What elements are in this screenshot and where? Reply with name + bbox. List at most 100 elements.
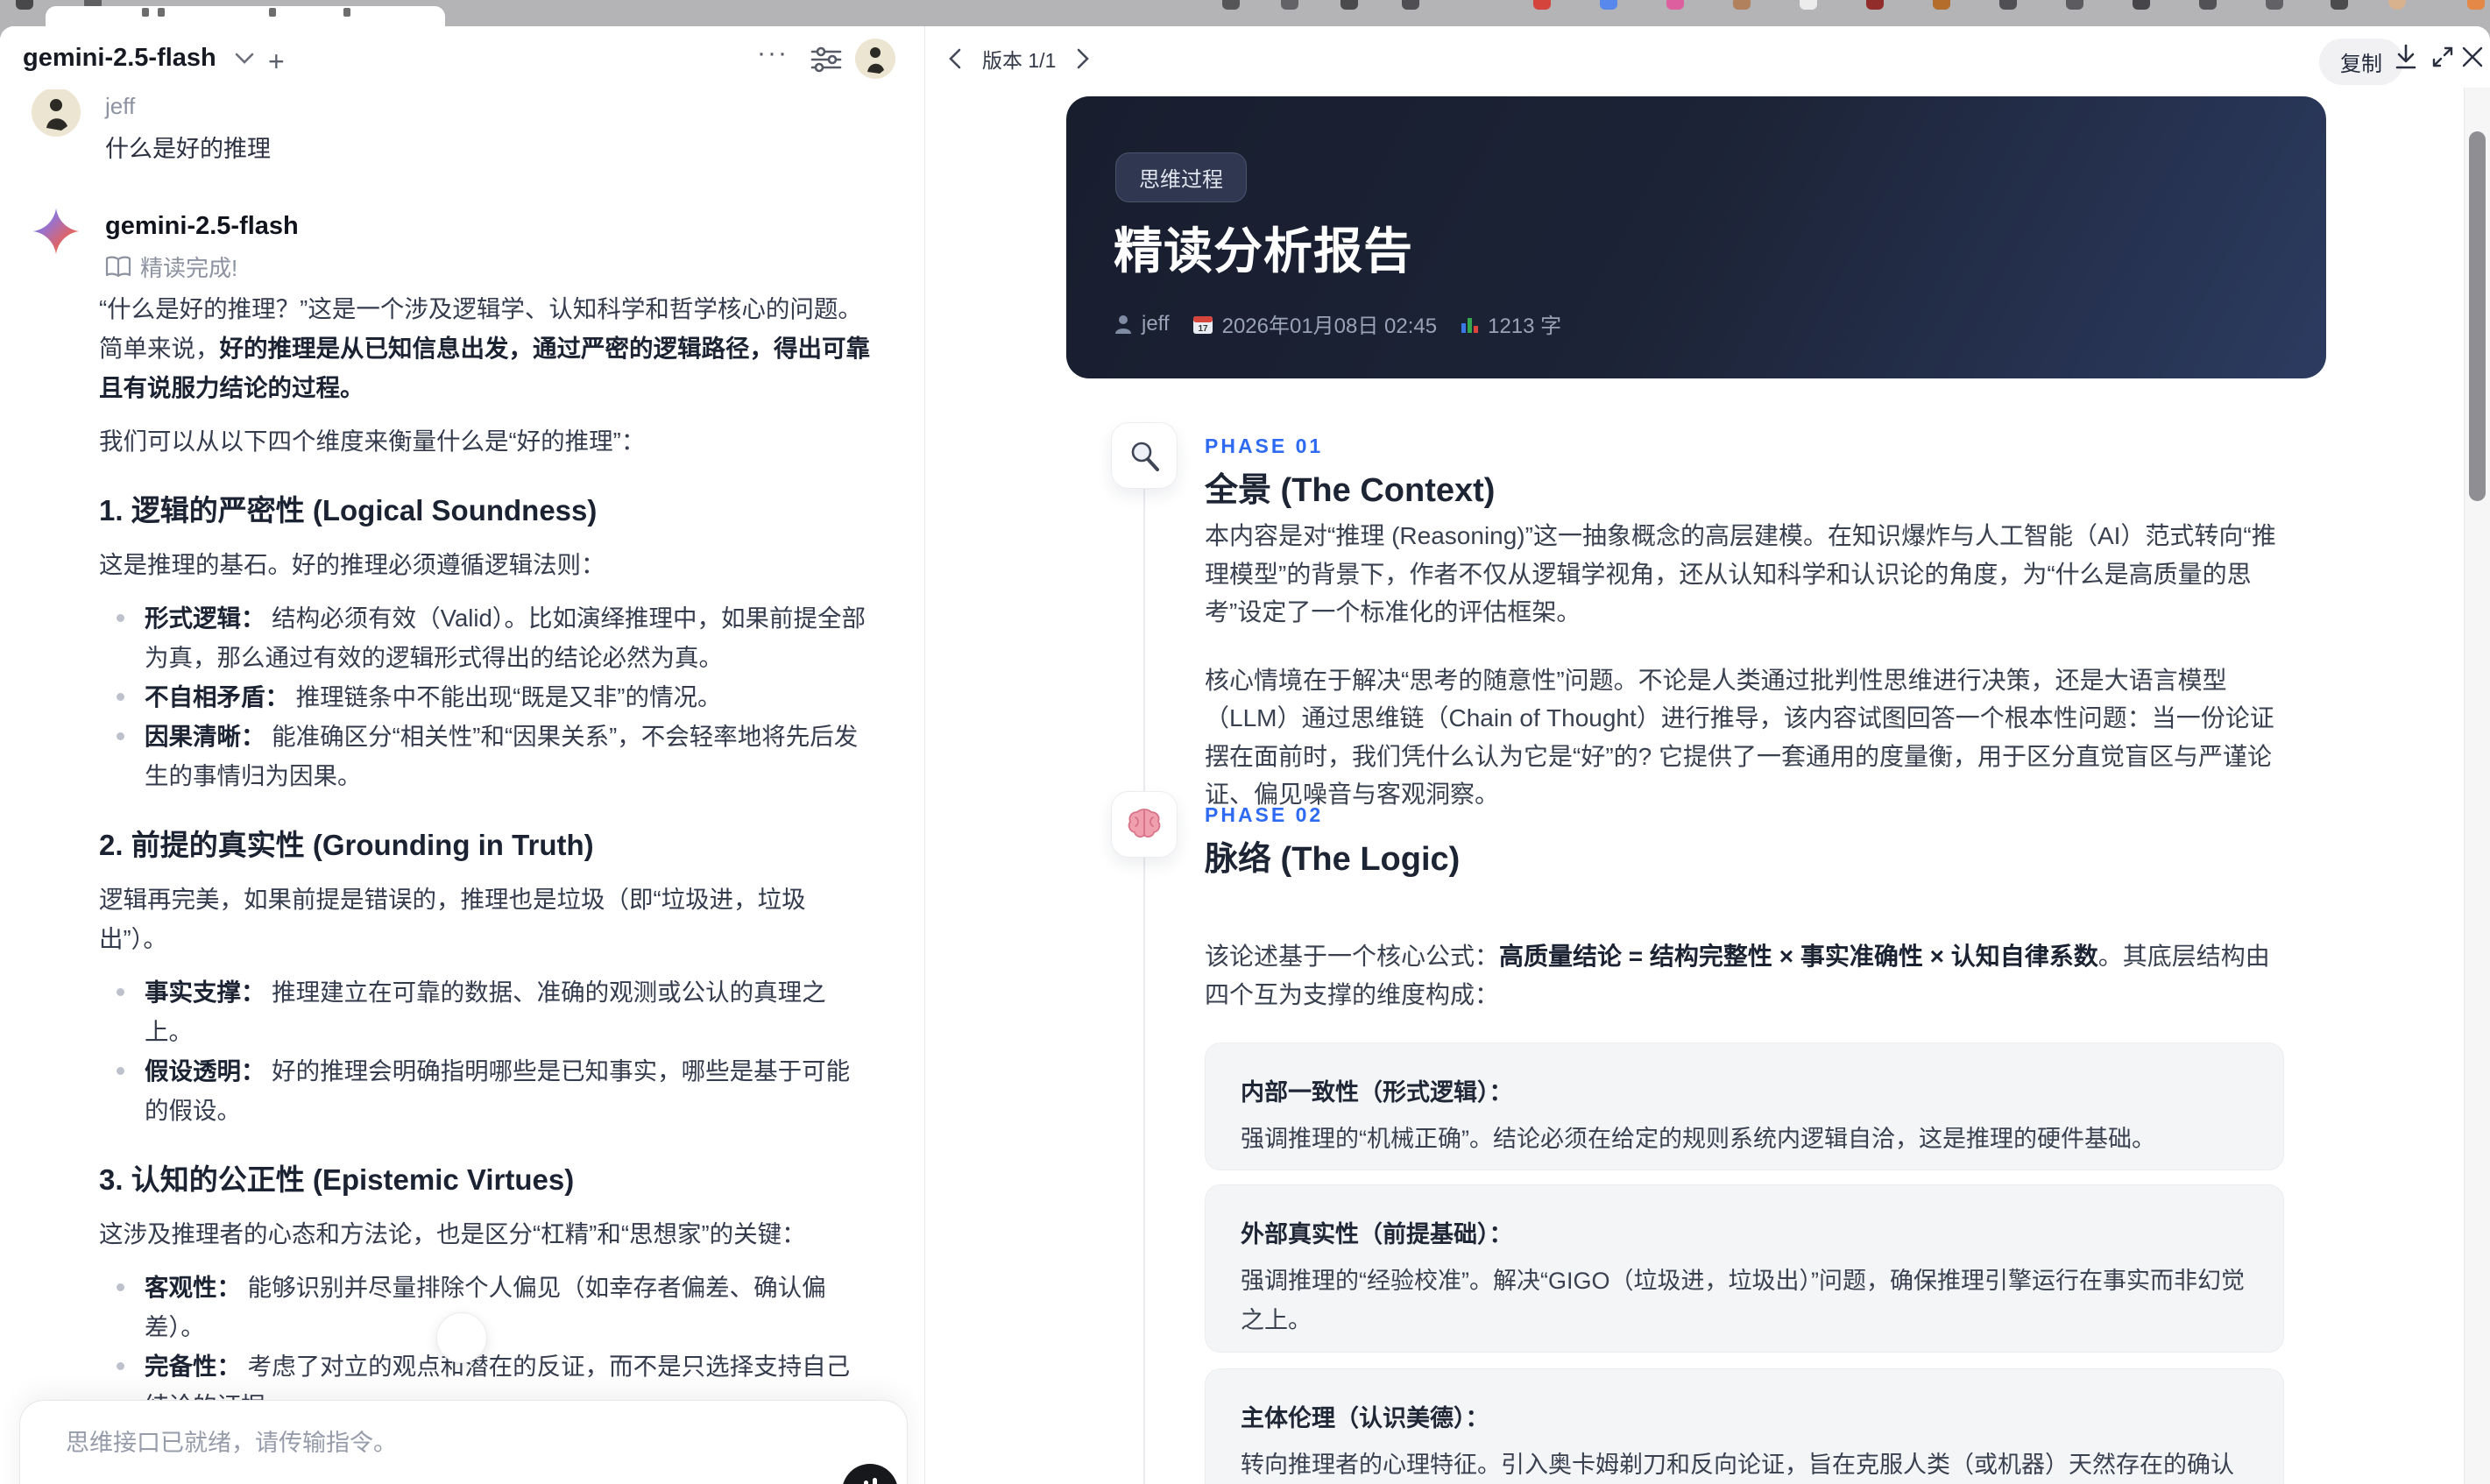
report-meta: jeff 17 2026年01月08日 02:45 1213 字 (1114, 308, 1561, 339)
logic-card-3: 主体伦理（认识美德）： 转向推理者的心理特征。引入奥卡姆剃刀和反向论证，旨在克服… (1205, 1368, 2284, 1484)
assistant-status: 精读完成! (105, 251, 237, 283)
chat-header: gemini-2.5-flash + ··· (0, 26, 924, 89)
phase-2-icon-card (1111, 791, 1178, 858)
report-author: jeff (1114, 312, 1170, 336)
scrollbar-thumb[interactable] (2469, 131, 2486, 501)
gemini-logo-icon (32, 208, 80, 255)
calendar-icon: 17 (1192, 315, 1213, 334)
browser-extension-icon[interactable] (1600, 0, 1617, 10)
browser-extension-icon[interactable] (2266, 0, 2283, 10)
browser-extension-icon[interactable] (1999, 0, 2017, 10)
browser-extension-icon[interactable] (1281, 0, 1298, 10)
bullet-list: 事实支撑： 推理建立在可靠的数据、准确的观测或公认的真理之上。 假设透明： 好的… (99, 972, 874, 1130)
user-avatar (32, 88, 81, 137)
section-lead: 这是推理的基石。好的推理必须遵循逻辑法则： (99, 551, 605, 578)
section-lead: 这涉及推理者的心态和方法论，也是区分“杠精”和“思想家”的关键： (99, 1220, 806, 1247)
arrow-down-icon (450, 1325, 473, 1351)
expand-icon (2432, 46, 2453, 67)
user-avatar[interactable] (855, 39, 895, 79)
browser-extension-icon[interactable] (1733, 0, 1751, 10)
new-chat-button[interactable]: + (268, 46, 285, 78)
browser-extension-icon[interactable] (1533, 0, 1551, 10)
paragraph: 核心情境在于解决“思考的随意性”问题。不论是人类通过批判性思维进行决策，还是大语… (1205, 666, 2274, 809)
paragraph: “什么是好的推理？”这是一个涉及逻辑学、认知科学和哲学核心的问题。简单来说，好的… (99, 295, 870, 401)
browser-extension-icon[interactable] (2331, 0, 2348, 10)
assistant-model-name: gemini-2.5-flash (105, 212, 299, 240)
list-item: 形式逻辑： 结构必须有效（Valid）。比如演绎推理中，如果前提全部为真，那么通… (99, 598, 874, 677)
chat-input[interactable] (66, 1424, 784, 1462)
paragraph: 我们可以从以下四个维度来衡量什么是“好的推理”： (99, 428, 646, 455)
logic-card-title: 内部一致性（形式逻辑）： (1241, 1079, 1513, 1106)
logic-card-title: 外部真实性（前提基础）： (1241, 1221, 1513, 1247)
section-lead: 逻辑再完美，如果前提是错误的，推理也是垃圾（即“垃圾进，垃圾出”）。 (99, 886, 806, 952)
phase-timeline (1143, 489, 1145, 1484)
fullscreen-button[interactable] (2428, 42, 2458, 72)
phase-2-kicker: PHASE 02 (1205, 803, 1324, 826)
bar-chart-icon (1461, 317, 1479, 333)
browser-active-tab[interactable] (46, 6, 445, 26)
app-window: gemini-2.5-flash + ··· jeff 什么是好的推理 gemi… (0, 26, 2490, 1484)
version-navigator: 版本 1/1 (942, 44, 1096, 74)
browser-extension-icon[interactable] (1866, 0, 1884, 10)
report-title: 精读分析报告 (1114, 223, 1413, 279)
scroll-to-bottom-button[interactable] (436, 1312, 487, 1363)
chat-panel: gemini-2.5-flash + ··· jeff 什么是好的推理 gemi… (0, 26, 925, 1484)
browser-extension-icon[interactable] (1666, 0, 1684, 10)
phase-1-icon-card (1111, 422, 1178, 489)
prev-version-button[interactable] (942, 46, 968, 72)
browser-extension-icon[interactable] (1222, 0, 1240, 10)
report-datetime: 17 2026年01月08日 02:45 (1192, 308, 1437, 339)
close-icon (2462, 46, 2483, 67)
browser-extension-icon[interactable] (1800, 0, 1817, 10)
list-item: 不自相矛盾： 推理链条中不能出现“既是又非”的情况。 (99, 677, 874, 717)
phase-1-body: 本内容是对“推理 (Reasoning)”这一抽象概念的高层建模。在知识爆炸与人… (1205, 517, 2289, 844)
browser-extension-icon[interactable] (1340, 0, 1358, 10)
browser-extension-icon[interactable] (2066, 0, 2083, 10)
browser-icon-fragment (16, 0, 33, 10)
magnifier-icon (1131, 442, 1159, 471)
chevron-down-icon[interactable] (235, 53, 254, 65)
logic-card-text: 转向推理者的心理特征。引入奥卡姆剃刀和反向论证，旨在克服人类（或机器）天然存在的… (1241, 1452, 2234, 1478)
list-item: 事实支撑： 推理建立在可靠的数据、准确的观测或公认的真理之上。 (99, 972, 874, 1051)
book-icon (105, 256, 131, 277)
bullet-list: 形式逻辑： 结构必须有效（Valid）。比如演绎推理中，如果前提全部为真，那么通… (99, 598, 874, 795)
report-wordcount: 1213 字 (1460, 308, 1561, 339)
artifact-panel: 版本 1/1 复制 思维过程 精读分析报告 jeff 17 2026年01月08… (926, 26, 2490, 1484)
conversation-title[interactable]: gemini-2.5-flash (23, 44, 216, 73)
section-heading: 3. 认知的公正性 (Epistemic Virtues) (99, 1163, 575, 1196)
list-item: 假设透明： 好的推理会明确指明哪些是已知事实，哪些是基于可能的假设。 (99, 1051, 874, 1130)
logic-card-title: 主体伦理（认识美德）： (1241, 1405, 1489, 1431)
phase-1-kicker: PHASE 01 (1205, 435, 1324, 457)
download-icon (2395, 44, 2416, 69)
chat-input-card (19, 1400, 908, 1484)
assistant-message-body: “什么是好的推理？”这是一个涉及逻辑学、认知科学和哲学核心的问题。简单来说，好的… (99, 289, 874, 1484)
paragraph: 本内容是对“推理 (Reasoning)”这一抽象概念的高层建模。在知识爆炸与人… (1205, 522, 2276, 625)
close-panel-button[interactable] (2458, 42, 2487, 72)
report-type-badge: 思维过程 (1115, 152, 1247, 202)
person-icon (1115, 314, 1131, 334)
browser-chrome-strip (0, 0, 2490, 26)
list-item: 因果清晰： 能准确区分“相关性”和“因果关系”，不会轻率地将先后发生的事情归为因… (99, 717, 874, 795)
section-heading: 2. 前提的真实性 (Grounding in Truth) (99, 829, 594, 861)
browser-extension-icon[interactable] (1402, 0, 1419, 10)
svg-text:17: 17 (1198, 324, 1208, 334)
paragraph: 该论述基于一个核心公式：高质量结论 = 结构完整性 × 事实准确性 × 认知自律… (1205, 943, 2270, 1008)
section-heading: 1. 逻辑的严密性 (Logical Soundness) (99, 494, 598, 526)
logic-card-text: 强调推理的“经验校准”。解决“GIGO（垃圾进，垃圾出）”问题，确保推理引擎运行… (1241, 1268, 2245, 1333)
user-message: 什么是好的推理 (105, 136, 271, 162)
next-version-button[interactable] (1070, 46, 1096, 72)
version-label: 版本 1/1 (982, 49, 1057, 72)
settings-sliders-icon[interactable] (810, 46, 843, 74)
browser-extension-icon[interactable] (1933, 0, 1950, 10)
browser-icon-fragment (2467, 0, 2485, 10)
scrollbar-track[interactable] (2464, 88, 2490, 1484)
browser-extension-icon[interactable] (2199, 0, 2217, 10)
browser-extension-icon[interactable] (2133, 0, 2150, 10)
logic-card-1: 内部一致性（形式逻辑）： 强调推理的“机械正确”。结论必须在给定的规则系统内逻辑… (1205, 1042, 2284, 1170)
voice-input-button[interactable] (842, 1464, 898, 1484)
report-hero-card: 思维过程 精读分析报告 jeff 17 2026年01月08日 02:45 12… (1066, 96, 2326, 378)
brain-icon (1128, 809, 1161, 838)
more-options-icon[interactable]: ··· (757, 39, 789, 68)
download-button[interactable] (2391, 42, 2421, 72)
browser-profile-avatar[interactable] (2388, 0, 2406, 10)
